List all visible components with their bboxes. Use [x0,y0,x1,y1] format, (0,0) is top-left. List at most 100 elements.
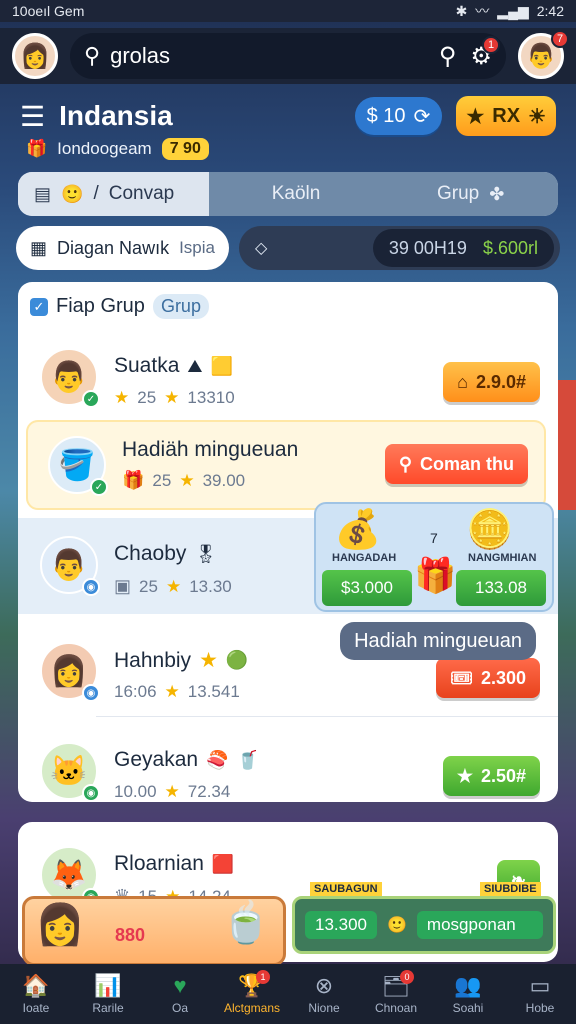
nav-label: Hobe [525,1001,555,1015]
drink-icon: 🍵 [221,901,271,945]
grid-icon: ▦ [30,237,48,258]
nav-item-achievements[interactable]: 🏆 Alctgmans 1 [216,964,288,1024]
gift-icon: 🎁 [122,470,145,490]
segment-left: 39 00H19 [388,237,467,258]
row-stats: 16:06 ★ 13.541 [114,682,240,702]
star-icon: ★ [456,765,473,786]
avatar-emoji: 🦊 [50,858,88,892]
subtitle: Iondoogeam [57,139,152,158]
star-icon: ★ [466,105,485,128]
panel-checkbox[interactable]: ✓ [30,297,48,316]
user-avatar[interactable]: 👩 [12,33,58,79]
tab-kaoln[interactable]: Kaöln [208,172,384,216]
action-button[interactable]: ⌂ 2.9.0# [443,362,540,402]
profile-avatar[interactable]: 👨 7 [518,30,569,79]
side-banner [558,380,576,510]
segment-control[interactable]: ◇ 39 00H19 $.600rl [239,226,560,270]
search-icon: ⚲ [84,43,101,68]
action-button[interactable]: ★ 2.50# [442,756,540,796]
nav-badge: 1 [256,970,270,984]
subtitle-row: 🎁 Iondoogeam 7 90 [26,138,209,160]
house-icon: ⌂ [457,371,468,392]
coins-value: $ 10 [366,104,406,127]
list-item[interactable]: 👨 ✓ Suatka ⛰ 🟨 ★ 25 ★ 13310 ⌂ 2.9.0# [18,330,558,430]
profile-badge: 7 [551,30,569,48]
gems-button[interactable]: ★ RX ☀ [456,96,556,136]
avatar-emoji: 👨 [50,548,88,582]
coins-button[interactable]: $ 10 ⟳ [354,97,443,135]
avatar: 🪣 ✓ [48,436,108,496]
menu-icon[interactable]: ☰ [20,100,45,133]
reward-card[interactable]: 💰 🪙 7 HANGADAH NANGMHIAN 🎁 $3.000 133.08 [314,502,554,612]
refresh-icon: ⟳ [413,105,431,128]
avatar-emoji: 👨 [50,360,88,394]
reward-button-right[interactable]: 133.08 [456,570,546,606]
coins-pile-icon: 🪙 [466,509,514,551]
online-dot: ◉ [82,784,100,802]
promo-card-right[interactable]: 13.300 🙂 mosgponan [292,896,556,954]
avatar: 🐱 ◉ [40,742,100,802]
nav-item-social[interactable]: 👥 Soahi [432,964,504,1024]
stat-1: 25 [137,388,157,407]
nav-item-more[interactable]: ▭ Hobe [504,964,576,1024]
pin-icon: ⚲ [398,453,412,474]
stat-1: 25 [139,576,158,596]
row-name-text: Suatka [114,354,180,377]
status-icons: ✱ 〰 ▂▄▆ 2:42 [456,1,564,21]
row-name-text: Hahnbiy [114,648,192,672]
reward-button-left[interactable]: $3.000 [322,570,412,606]
tab-label: Grup [437,183,480,204]
online-dot: ✓ [90,478,108,496]
clover-icon: ✤ [489,183,505,204]
search-input[interactable]: ⚲ grolas ⚲ ⚙ 1 [70,33,506,79]
stat-1: 10.00 [114,782,157,801]
tab-convap[interactable]: ▤ 🙂 / Convap [18,172,209,216]
promo-card-left[interactable]: 👩 880 🍵 [22,896,286,966]
promo-label-right: SIUBDIBE [480,882,541,896]
list-item[interactable]: 🪣 ✓ Hadiäh mingueuan 🎁 25 ★ 39.00 ⚲ Coman thu [26,420,546,510]
promo-big-button[interactable]: mosgponan [416,911,543,939]
action-button[interactable]: ⚲ Coman thu [384,444,528,484]
stat-1: 16:06 [114,682,157,701]
row-name: Hahnbiy ★ 🟢 [114,648,248,673]
action-label: Coman thu [420,453,514,474]
filter-chip-label: Diagan Nawık [57,237,170,258]
segment-right: $.600rl [482,237,538,258]
stat-2: 39.00 [202,470,246,490]
action-button[interactable]: 🎟 2.300 [436,658,540,698]
filter-row: ▦ Diagan Nawık Ispia ◇ 39 00H19 $.600rl [16,226,560,270]
filter-chip[interactable]: ▦ Diagan Nawık Ispia [16,226,229,270]
nav-item-fav[interactable]: ♥ Oa [144,964,216,1024]
stat-2: 13310 [187,388,235,407]
settings-button[interactable]: ⚙ 1 [470,35,500,71]
segment-inner[interactable]: 39 00H19 $.600rl [372,229,554,267]
action-label: 2.300 [480,667,526,688]
list-item[interactable]: 🐱 ◉ Geyakan 🍣 🥤 10.00 ★ 72.34 ★ 2.50# [18,724,558,824]
avatar: 👨 ✓ [40,348,100,408]
search-button-icon[interactable]: ⚲ [439,42,457,71]
chart-icon: 📊 [94,973,122,998]
nav-label: Alctgmans [223,1001,281,1015]
star-icon: ★ [165,576,182,596]
coins-pile-icon: 💰 [334,509,382,551]
promo-label-left: SAUBAGUN [310,882,382,896]
heart-icon: ♥ [173,973,187,998]
avatar-small-icon: 🙂 [61,183,84,204]
online-dot: ◉ [82,578,100,596]
promo-small-button[interactable]: 13.300 [305,911,377,939]
people-icon: 👥 [454,973,482,998]
nav-item-home[interactable]: 🏠 Ioate [0,964,72,1024]
tab-label: Kaöln [271,183,321,204]
action-label: 2.9.0# [475,371,526,392]
chart-icon: ▤ [34,183,52,204]
bluetooth-icon: ✱ [455,2,468,19]
nav-item-none[interactable]: ⊗ Nione [288,964,360,1024]
nav-item-channel[interactable]: 🗂 Chnoan 0 [360,964,432,1024]
signal-icon: ▂▄▆ [497,2,529,19]
panel-chip: Grup [152,294,209,319]
gems-value: RX [492,104,521,127]
tab-grup[interactable]: Grup ✤ [383,172,558,216]
nav-item-rank[interactable]: 📊 Rarile [72,964,144,1024]
badge-icon: 🎖 [194,543,218,564]
row-name: Chaoby 🎖 [114,542,217,566]
